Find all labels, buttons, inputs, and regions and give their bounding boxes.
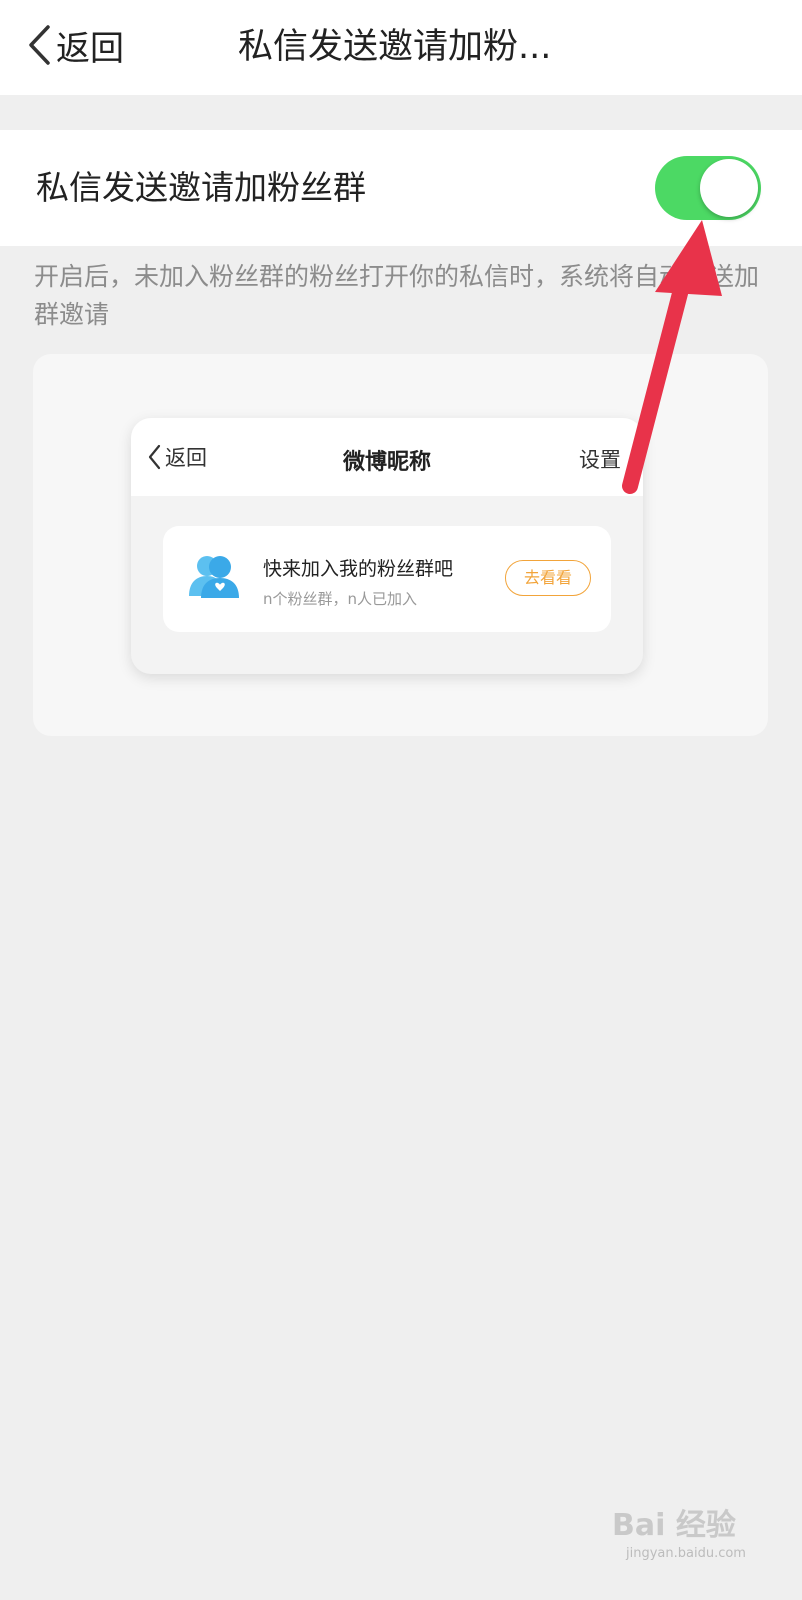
card-title: 快来加入我的粉丝群吧 — [263, 558, 454, 580]
card-subtitle: n个粉丝群，n人已加入 — [263, 590, 418, 608]
back-label: 返回 — [56, 28, 124, 69]
chevron-left-icon — [29, 25, 50, 65]
preview-invite-card: 快来加入我的粉丝群吧 n个粉丝群，n人已加入 去看看 — [163, 526, 611, 632]
go-see-button: 去看看 — [505, 560, 591, 596]
toggle-knob — [700, 159, 758, 217]
page-title: 私信发送邀请加粉... — [238, 27, 552, 67]
fans-group-icon — [189, 556, 239, 598]
preview-panel: 返回 微博昵称 设置 快来加入我的粉丝群吧 n个粉丝群，n人已加入 去看看 — [33, 354, 768, 736]
preview-phone-mock: 返回 微博昵称 设置 快来加入我的粉丝群吧 n个粉丝群，n人已加入 去看看 — [131, 418, 643, 674]
setting-label: 私信发送邀请加粉丝群 — [36, 168, 366, 207]
watermark-url: jingyan.baidu.com — [626, 1546, 746, 1561]
setting-row: 私信发送邀请加粉丝群 — [0, 130, 802, 246]
watermark-brand: Bai 经验 — [612, 1508, 736, 1543]
preview-nav-bar: 返回 微博昵称 设置 — [131, 418, 643, 496]
preview-settings-label: 设置 — [579, 448, 621, 472]
setting-description: 开启后，未加入粉丝群的粉丝打开你的私信时，系统将自动发送加群邀请 — [34, 262, 760, 329]
invite-toggle-switch[interactable] — [655, 156, 761, 220]
baidu-jingyan-watermark: Bai 经验 jingyan.baidu.com — [612, 1500, 782, 1570]
preview-title: 微博昵称 — [342, 450, 431, 475]
navigation-bar: 返回 私信发送邀请加粉... — [0, 0, 802, 95]
back-button[interactable]: 返回 — [26, 20, 124, 70]
